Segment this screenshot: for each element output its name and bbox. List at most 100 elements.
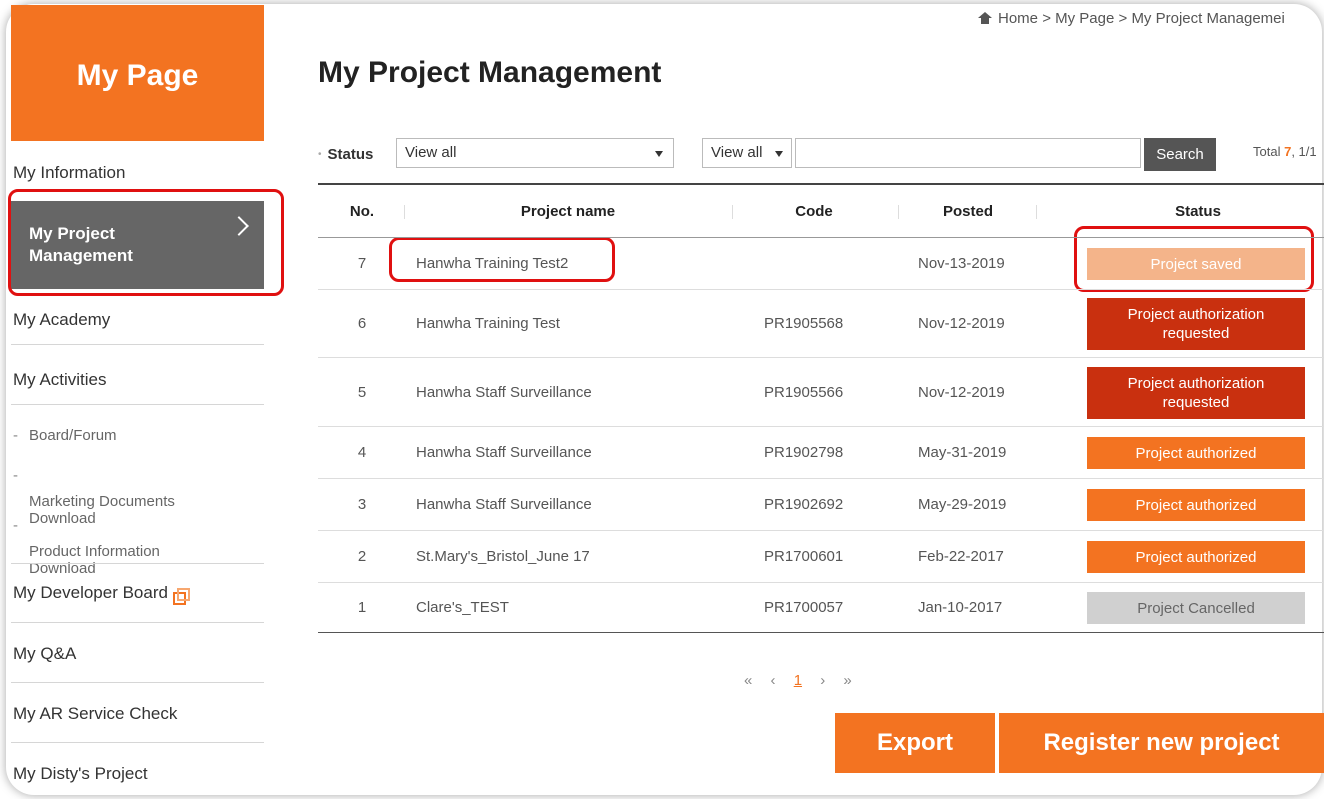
- cell-no: 5: [357, 383, 367, 401]
- status-filter-label: • Status: [318, 146, 373, 163]
- last-page-button[interactable]: »: [843, 672, 851, 689]
- header-divider: [404, 205, 405, 219]
- cell-posted: Feb-22-2017: [918, 548, 1004, 565]
- breadcrumb: Home > My Page > My Project Managemei: [978, 10, 1285, 27]
- cell-project-name[interactable]: Hanwha Staff Surveillance: [416, 496, 592, 513]
- page-1-link[interactable]: 1: [794, 672, 802, 689]
- table-row: 4 Hanwha Staff Surveillance PR1902798 May-3…: [318, 427, 1324, 479]
- cell-project-name[interactable]: Hanwha Training Test2: [416, 255, 568, 272]
- header-divider: [1036, 205, 1037, 219]
- breadcrumb-separator: >: [1118, 10, 1128, 27]
- cell-no: 2: [357, 548, 367, 565]
- cell-project-name[interactable]: St.Mary's_Bristol_June 17: [416, 548, 590, 565]
- search-button[interactable]: Search: [1144, 138, 1216, 171]
- table-row: 3 Hanwha Staff Surveillance PR1902692 May-2…: [318, 479, 1324, 531]
- total-suffix: , 1/1: [1291, 144, 1317, 159]
- sidebar-item-label: My Q&A: [13, 643, 77, 663]
- cell-posted: May-31-2019: [918, 444, 1007, 461]
- sub-item-label: Board/Forum: [29, 427, 117, 444]
- sidebar-item-my-developer-board[interactable]: My Developer Board: [11, 563, 264, 623]
- sidebar-item-label: My Academy: [13, 309, 111, 329]
- cell-posted: May-29-2019: [918, 496, 1007, 513]
- sidebar-item-my-activities[interactable]: My Activities: [11, 355, 264, 405]
- table-row: 1 Clare's_TEST PR1700057 Jan-10-2017 Project…: [318, 583, 1324, 633]
- sub-item-board-forum[interactable]: - Board/Forum: [13, 427, 117, 444]
- table-header: No. Project name Code Posted Status: [318, 183, 1324, 238]
- cell-code: PR1700601: [764, 548, 844, 565]
- cell-posted: Nov-12-2019: [918, 383, 1005, 401]
- dash-marker: -: [13, 517, 18, 534]
- sidebar-item-my-information[interactable]: My Information: [11, 155, 264, 191]
- sidebar-item-my-ar-service-check[interactable]: My AR Service Check: [11, 685, 264, 743]
- cell-project-name[interactable]: Hanwha Training Test: [416, 315, 560, 332]
- sidebar: My Page My Information My Project Manage…: [11, 5, 264, 795]
- cell-code: PR1905568: [764, 315, 844, 332]
- sidebar-header: My Page: [11, 5, 264, 141]
- sidebar-item-label: My Developer Board: [13, 583, 168, 602]
- status-select-value: View all: [405, 144, 457, 161]
- table-row: 7 Hanwha Training Test2 Nov-13-2019 Project…: [318, 238, 1324, 290]
- cell-code: PR1902692: [764, 496, 844, 513]
- header-no: No.: [349, 203, 375, 220]
- sidebar-item-my-distys-project[interactable]: My Disty's Project: [11, 750, 264, 798]
- total-prefix: Total: [1253, 144, 1281, 159]
- cell-code: PR1902798: [764, 444, 844, 461]
- header-code: Code: [795, 203, 833, 220]
- register-new-project-button[interactable]: Register new project: [999, 713, 1324, 773]
- dropdown-caret-icon: [655, 151, 663, 157]
- breadcrumb-my-page[interactable]: My Page: [1055, 10, 1114, 27]
- cell-posted: Nov-12-2019: [918, 315, 1005, 332]
- cell-project-name[interactable]: Clare's_TEST: [416, 599, 509, 616]
- dropdown-caret-icon: [775, 151, 783, 157]
- cell-no: 7: [357, 255, 367, 272]
- search-type-select[interactable]: View all: [702, 138, 792, 168]
- highlight-box-nav: [8, 189, 284, 296]
- external-link-icon: [172, 587, 190, 605]
- header-divider: [898, 205, 899, 219]
- prev-page-button[interactable]: ‹: [771, 672, 776, 689]
- cell-project-name[interactable]: Hanwha Staff Surveillance: [416, 444, 592, 461]
- sidebar-item-my-academy[interactable]: My Academy: [11, 295, 264, 345]
- search-input[interactable]: [795, 138, 1141, 168]
- sidebar-item-my-qa[interactable]: My Q&A: [11, 625, 264, 683]
- breadcrumb-current: My Project Managemei: [1131, 10, 1285, 27]
- cell-posted: Nov-13-2019: [918, 255, 1005, 272]
- sidebar-item-label: My Disty's Project: [13, 764, 148, 783]
- status-label-text: Status: [327, 146, 374, 163]
- table-row: 5 Hanwha Staff Surveillance PR1905566 Nov-1…: [318, 358, 1324, 427]
- table-row: 6 Hanwha Training Test PR1905568 Nov-12-201…: [318, 290, 1324, 358]
- breadcrumb-separator: >: [1042, 10, 1051, 27]
- header-status: Status: [1175, 203, 1221, 220]
- dash-marker: -: [13, 427, 18, 444]
- cell-no: 3: [357, 496, 367, 513]
- cell-no: 1: [357, 599, 367, 616]
- cell-project-name[interactable]: Hanwha Staff Surveillance: [416, 384, 592, 401]
- next-page-button[interactable]: ›: [820, 672, 825, 689]
- sidebar-item-label: My AR Service Check: [13, 703, 178, 723]
- breadcrumb-home[interactable]: Home: [998, 10, 1038, 27]
- cell-no: 4: [357, 444, 367, 461]
- page-title: My Project Management: [318, 56, 662, 89]
- status-badge: Project authorization requested: [1087, 298, 1305, 350]
- cell-code: PR1700057: [764, 599, 844, 616]
- home-icon: [978, 12, 992, 24]
- cell-no: 6: [357, 315, 367, 332]
- export-button[interactable]: Export: [835, 713, 995, 773]
- table-row: 2 St.Mary's_Bristol_June 17 PR1700601 Feb-2…: [318, 531, 1324, 583]
- total-count: Total 7, 1/1: [1253, 144, 1317, 159]
- status-badge: Project authorization requested: [1087, 366, 1305, 419]
- cell-posted: Jan-10-2017: [918, 599, 1003, 616]
- status-badge: Project authorized: [1087, 437, 1305, 469]
- pagination: « ‹ 1 › »: [744, 672, 866, 689]
- bullet-icon: •: [318, 149, 322, 160]
- first-page-button[interactable]: «: [744, 672, 752, 689]
- search-type-value: View all: [711, 144, 763, 161]
- header-project-name: Project name: [520, 203, 616, 220]
- status-select[interactable]: View all: [396, 138, 674, 168]
- status-badge: Project authorized: [1087, 489, 1305, 521]
- status-badge: Project authorized: [1087, 541, 1305, 573]
- header-posted: Posted: [942, 203, 993, 220]
- cell-code: PR1905566: [764, 383, 844, 401]
- sidebar-item-label: My Activities: [13, 369, 107, 389]
- sidebar-item-label: My Information: [13, 163, 126, 182]
